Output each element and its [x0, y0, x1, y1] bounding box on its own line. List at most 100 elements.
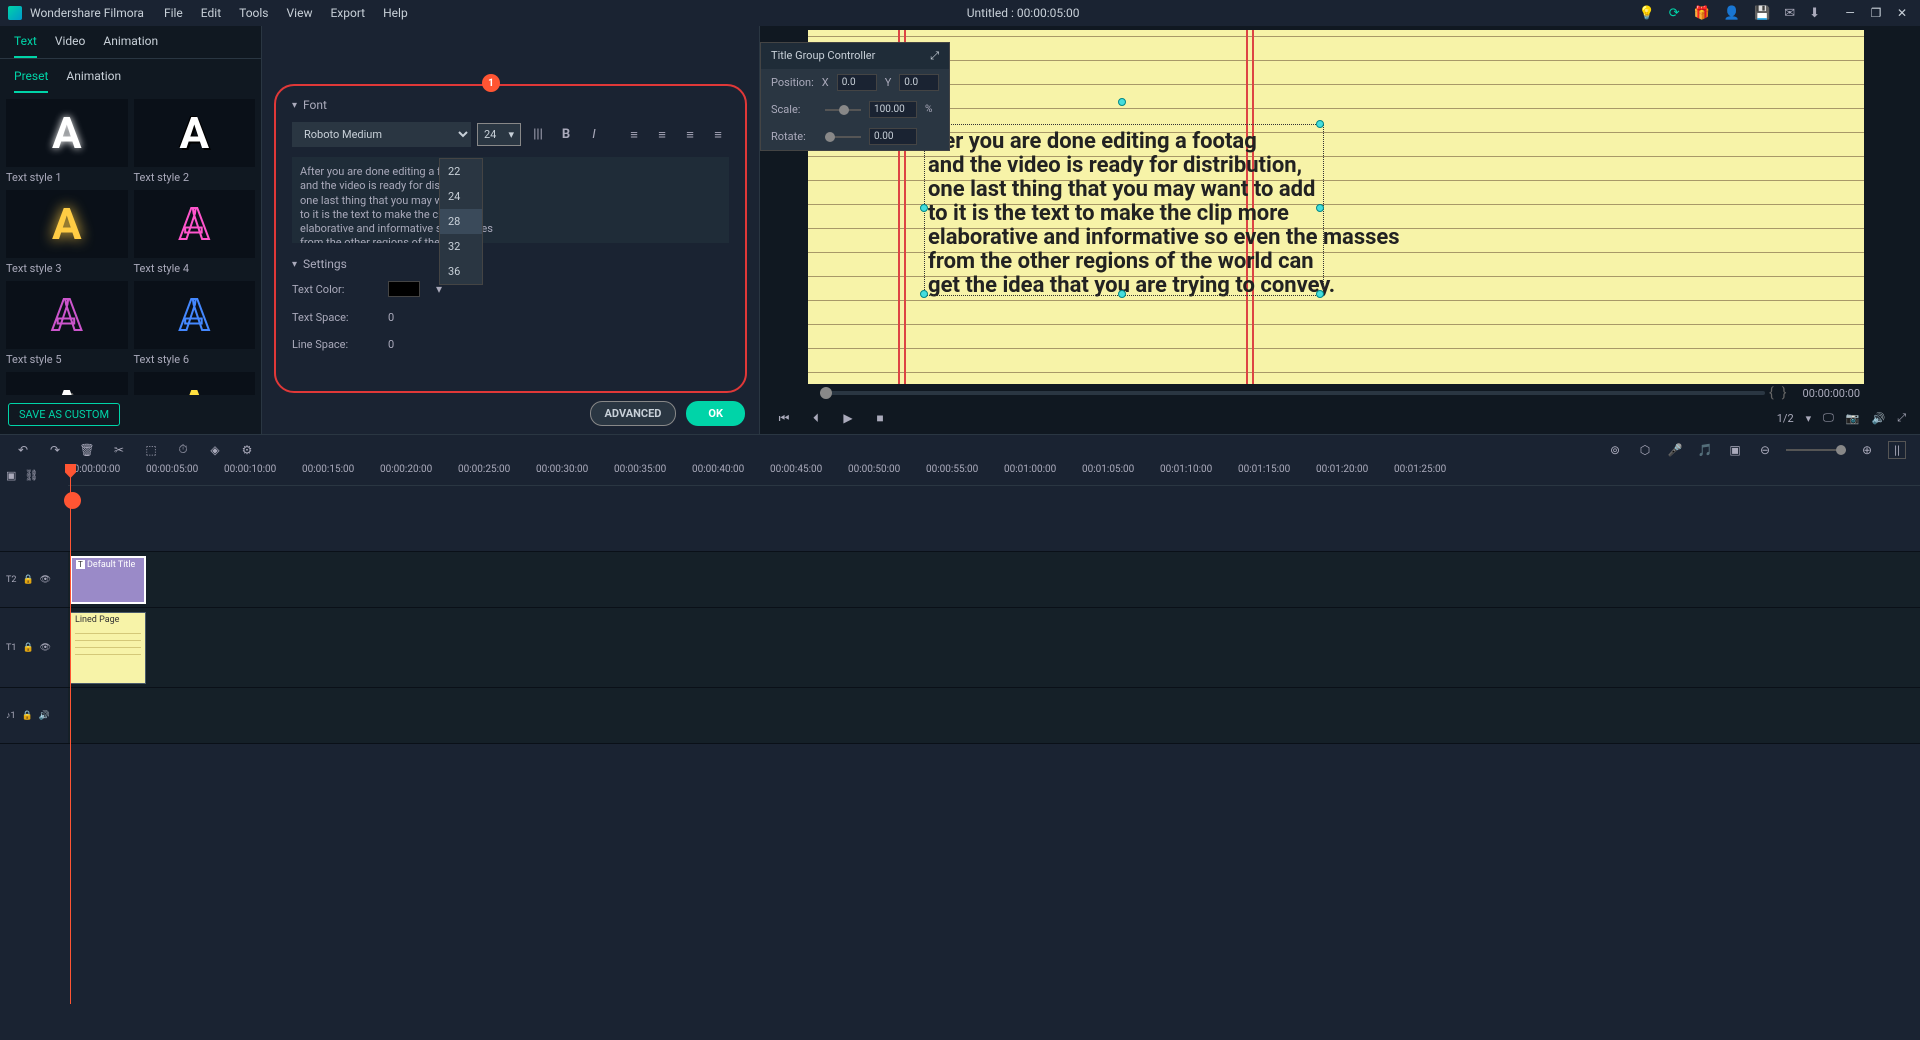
stop-button[interactable]: ■ — [870, 408, 890, 428]
text-style-4[interactable]: A — [134, 190, 256, 258]
speaker-icon[interactable]: 🔊 — [39, 711, 50, 721]
italic-button[interactable]: I — [583, 124, 605, 146]
lock-icon[interactable]: 🔒 — [22, 575, 33, 585]
scale-slider[interactable] — [825, 109, 861, 111]
bold-button[interactable]: B — [555, 124, 577, 146]
text-style-2[interactable]: A — [134, 99, 256, 167]
eye-icon[interactable]: 👁 — [40, 575, 51, 585]
minimize-button[interactable]: — — [1840, 6, 1860, 20]
align-right-button[interactable]: ≡ — [679, 124, 701, 146]
menu-edit[interactable]: Edit — [201, 6, 221, 20]
step-back-button[interactable]: ⏴ — [806, 408, 826, 428]
marker-icon[interactable]: ⬡ — [1636, 441, 1654, 459]
size-opt-22[interactable]: 22 — [440, 159, 482, 184]
redo-button[interactable]: ↷ — [46, 441, 64, 459]
clip-default-title[interactable]: T Default Title — [70, 556, 146, 604]
text-style-3[interactable]: A — [6, 190, 128, 258]
monitor-icon[interactable]: 🖵 — [1823, 411, 1834, 425]
snapshot-icon[interactable]: 📷 — [1846, 412, 1860, 425]
text-style-6[interactable]: A — [134, 281, 256, 349]
music-icon[interactable]: 🎵 — [1696, 441, 1714, 459]
playhead[interactable] — [70, 464, 71, 1004]
mixer-icon[interactable]: ▣ — [1726, 441, 1744, 459]
subtab-animation[interactable]: Animation — [66, 69, 121, 93]
font-size-dropdown[interactable]: 22 24 28 32 36 — [439, 158, 483, 285]
save-as-custom-button[interactable]: SAVE AS CUSTOM — [8, 403, 120, 426]
menu-file[interactable]: File — [164, 6, 183, 20]
zoom-out-button[interactable]: ⊖ — [1756, 441, 1774, 459]
text-color-swatch[interactable] — [388, 281, 420, 297]
text-style-7[interactable]: A — [6, 372, 128, 395]
zoom-in-button[interactable]: ⊕ — [1858, 441, 1876, 459]
tab-text[interactable]: Text — [14, 34, 37, 58]
close-button[interactable]: ✕ — [1892, 6, 1912, 20]
size-opt-36[interactable]: 36 — [440, 259, 482, 284]
snap-icon[interactable]: ▣ — [6, 469, 16, 482]
crop-button[interactable]: ⬚ — [142, 441, 160, 459]
refresh-icon[interactable]: ⟳ — [1669, 6, 1680, 21]
title-group-controller[interactable]: Title Group Controller ⤢ Position: X Y S… — [760, 42, 950, 151]
prev-frame-button[interactable]: ⏮ — [774, 408, 794, 428]
tgc-collapse-icon[interactable]: ⤢ — [930, 49, 939, 63]
position-x-input[interactable] — [837, 74, 877, 91]
align-center-button[interactable]: ≡ — [651, 124, 673, 146]
tab-animation[interactable]: Animation — [103, 34, 158, 58]
zoom-slider[interactable] — [1786, 449, 1846, 451]
tab-video[interactable]: Video — [55, 34, 86, 58]
clip-lined-page[interactable]: Lined Page — [70, 612, 146, 684]
undo-button[interactable]: ↶ — [14, 441, 32, 459]
font-section-header[interactable]: Font — [292, 98, 729, 112]
align-justify-button[interactable]: ≡ — [707, 124, 729, 146]
font-family-select[interactable]: Roboto Medium — [292, 122, 471, 147]
rotate-slider[interactable] — [825, 136, 861, 138]
lock-icon[interactable]: 🔒 — [22, 643, 33, 653]
text-editor[interactable]: After you are done editing a foot and th… — [292, 157, 729, 243]
subtab-preset[interactable]: Preset — [14, 69, 48, 93]
menu-export[interactable]: Export — [330, 6, 365, 20]
timeline-ruler[interactable]: 00:00:00:0000:00:05:0000:00:10:0000:00:1… — [68, 464, 1920, 486]
advanced-button[interactable]: ADVANCED — [590, 401, 677, 426]
sound-icon[interactable]: 🔊 — [1871, 412, 1885, 425]
save-icon[interactable]: 💾 — [1754, 6, 1770, 21]
ok-button[interactable]: OK — [686, 401, 745, 426]
eye-icon[interactable]: 👁 — [40, 643, 51, 653]
size-opt-28[interactable]: 28 — [440, 209, 482, 234]
gift-icon[interactable]: 🎁 — [1694, 6, 1710, 21]
user-icon[interactable]: 👤 — [1724, 6, 1740, 21]
bracket-out-icon[interactable]: } — [1782, 385, 1787, 401]
text-style-1[interactable]: A — [6, 99, 128, 167]
link-icon[interactable]: ⛓ — [24, 469, 38, 482]
text-space-value[interactable]: 0 — [388, 311, 394, 324]
font-size-select[interactable]: 24 ▾ — [477, 123, 521, 146]
menu-help[interactable]: Help — [383, 6, 408, 20]
scale-input[interactable] — [869, 101, 917, 118]
settings-button[interactable]: ⚙ — [238, 441, 256, 459]
position-y-input[interactable] — [899, 74, 939, 91]
bracket-in-icon[interactable]: { — [1769, 385, 1774, 401]
maximize-button[interactable]: ❐ — [1866, 6, 1886, 20]
play-button[interactable]: ▶ — [838, 408, 858, 428]
render-icon[interactable]: ⊚ — [1606, 441, 1624, 459]
menu-view[interactable]: View — [287, 6, 313, 20]
rotate-input[interactable] — [869, 128, 917, 145]
zoom-fit-button[interactable]: || — [1888, 441, 1906, 459]
size-opt-24[interactable]: 24 — [440, 184, 482, 209]
settings-section-header[interactable]: Settings — [292, 257, 729, 271]
menu-tools[interactable]: Tools — [239, 6, 268, 20]
lock-icon[interactable]: 🔒 — [22, 711, 33, 721]
mail-icon[interactable]: ✉ — [1784, 6, 1795, 21]
delete-button[interactable]: 🗑 — [78, 441, 96, 459]
fullscreen-icon[interactable]: ⤢ — [1897, 411, 1906, 425]
color-button[interactable]: ◈ — [206, 441, 224, 459]
video-preview[interactable]: fter you are done editing a footagand th… — [808, 30, 1864, 384]
scrub-track[interactable] — [820, 391, 1765, 395]
text-style-8[interactable]: A — [134, 372, 256, 395]
size-opt-32[interactable]: 32 — [440, 234, 482, 259]
cut-button[interactable]: ✂ — [110, 441, 128, 459]
download-icon[interactable]: ⬇ — [1809, 6, 1820, 21]
align-left-button[interactable]: ≡ — [623, 124, 645, 146]
text-style-5[interactable]: A — [6, 281, 128, 349]
playback-ratio[interactable]: 1/2 — [1777, 412, 1794, 425]
bulb-icon[interactable]: 💡 — [1639, 6, 1655, 21]
speed-button[interactable]: ⏱ — [174, 441, 192, 459]
